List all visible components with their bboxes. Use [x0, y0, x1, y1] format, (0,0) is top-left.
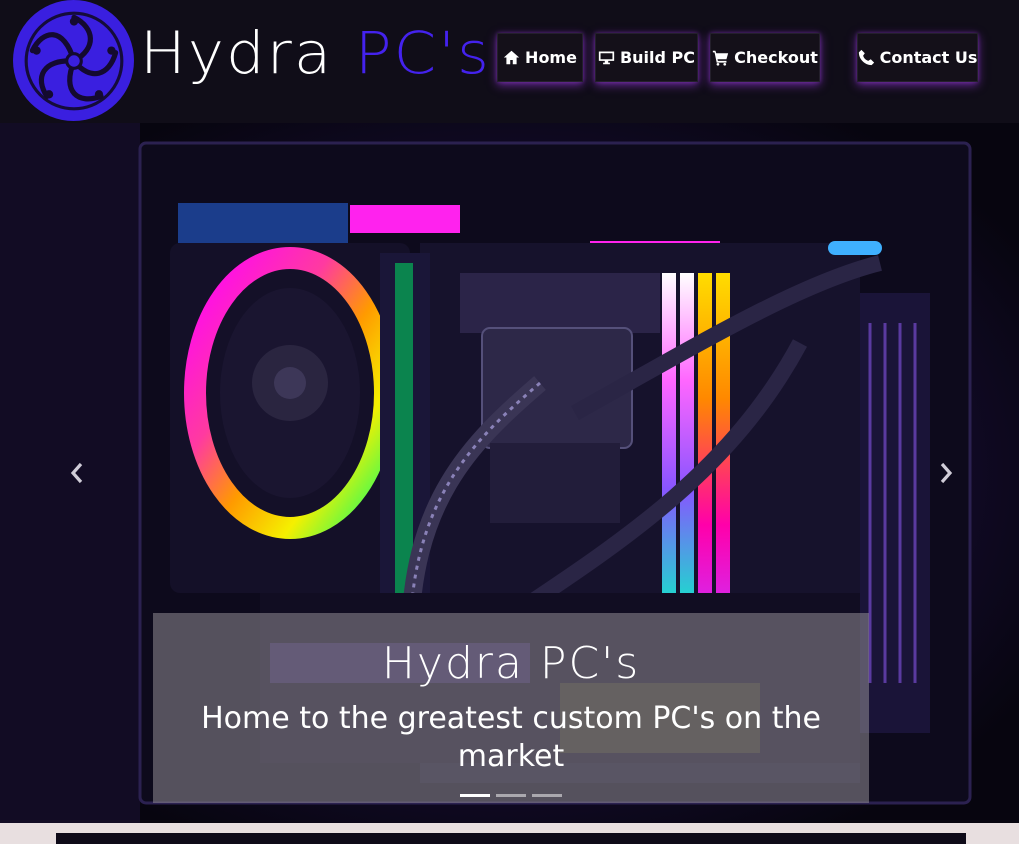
carousel-indicator-2[interactable] [496, 794, 526, 797]
hydra-logo[interactable] [13, 0, 134, 121]
caption-title: Hydra PC's [381, 638, 641, 689]
carousel-next-button[interactable] [931, 458, 961, 488]
carousel-indicator-3[interactable] [532, 794, 562, 797]
content-section-top [56, 833, 966, 844]
chevron-left-icon [70, 462, 83, 484]
nav-home-button[interactable]: Home [497, 33, 583, 82]
site-header: Hydra PC's Home Build PC Checkout Contac… [0, 0, 1019, 123]
carousel-indicator-1[interactable] [460, 794, 490, 797]
nav-build-pc-button[interactable]: Build PC [595, 33, 698, 82]
brand-title-accent: PC's [354, 19, 491, 87]
phone-icon [858, 49, 874, 66]
nav-checkout-label: Checkout [734, 48, 818, 67]
cart-icon [712, 50, 729, 66]
desktop-icon [598, 51, 615, 65]
carousel-prev-button[interactable] [62, 458, 92, 488]
hero-carousel: Hydra PC's Home to the greatest custom P… [0, 123, 1019, 823]
brand-title[interactable]: Hydra PC's [140, 18, 491, 88]
nav-home-label: Home [525, 48, 577, 67]
carousel-indicators [460, 794, 562, 797]
nav-build-pc-label: Build PC [619, 48, 696, 67]
nav-contact-us-label: Contact Us [879, 48, 978, 67]
carousel-caption: Hydra PC's Home to the greatest custom P… [153, 613, 869, 803]
caption-subtitle: Home to the greatest custom PC's on the … [201, 701, 821, 774]
nav-checkout-button[interactable]: Checkout [710, 33, 820, 82]
home-icon [503, 50, 520, 65]
brand-title-main: Hydra [140, 19, 334, 87]
nav-contact-us-button[interactable]: Contact Us [857, 33, 978, 82]
hydra-emblem-icon [24, 11, 123, 110]
chevron-right-icon [940, 462, 953, 484]
